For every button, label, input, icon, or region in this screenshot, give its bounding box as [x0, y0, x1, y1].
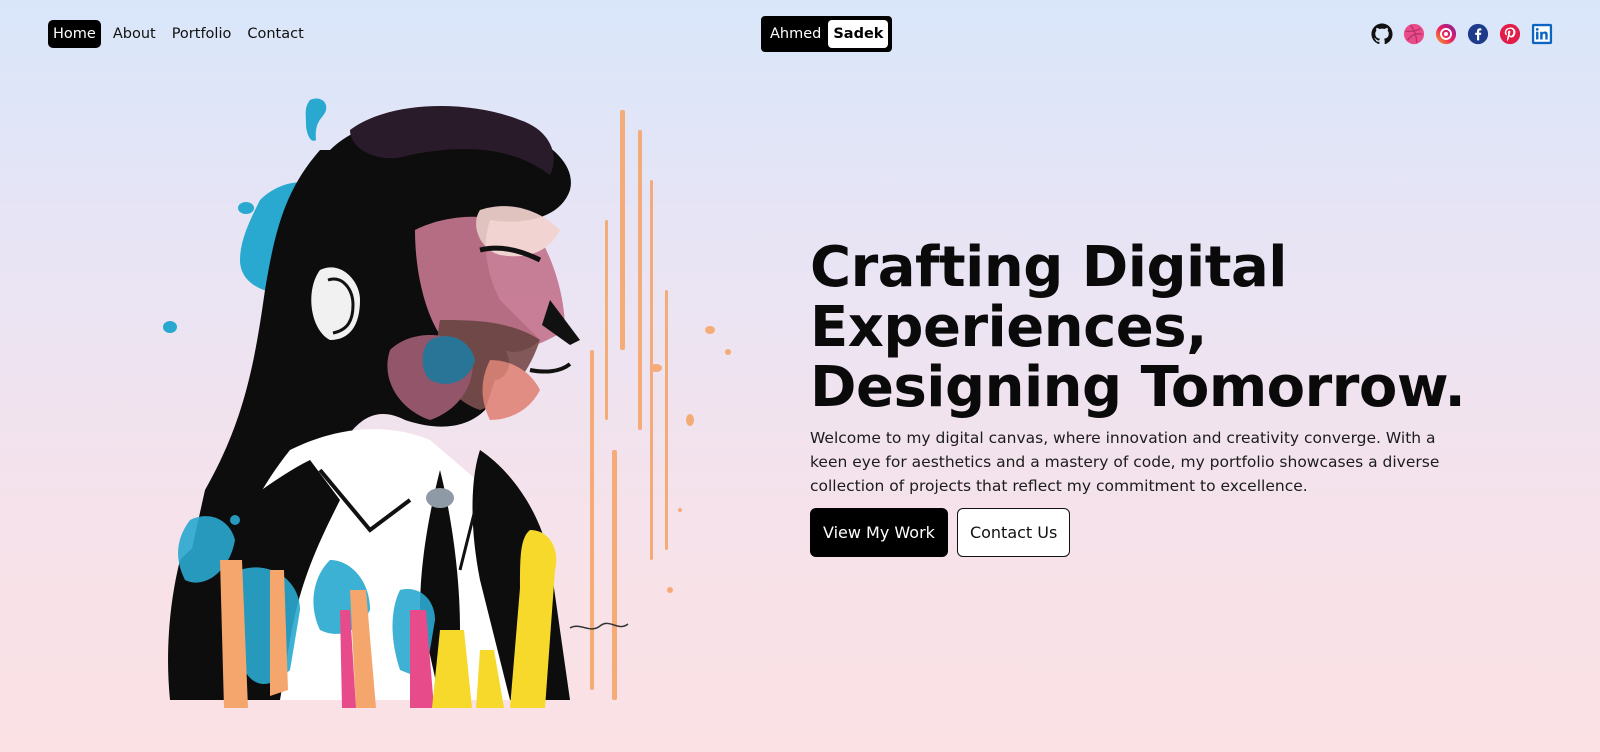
- hero-headline: Crafting Digital Experiences, Designing …: [810, 238, 1490, 418]
- social-links: [1371, 23, 1553, 45]
- headline-line-3: Designing Tomorrow.: [810, 355, 1466, 420]
- hero-portrait-illustration: [150, 90, 740, 708]
- headline-line-2: Experiences,: [810, 295, 1207, 360]
- instagram-icon[interactable]: [1435, 23, 1457, 45]
- brand-last-name: Sadek: [828, 20, 889, 48]
- brand-logo[interactable]: Ahmed Sadek: [761, 16, 893, 52]
- view-my-work-button[interactable]: View My Work: [810, 508, 948, 557]
- contact-us-button[interactable]: Contact Us: [956, 508, 1071, 557]
- nav-link-contact[interactable]: Contact: [243, 20, 307, 48]
- github-icon[interactable]: [1371, 23, 1393, 45]
- linkedin-icon[interactable]: [1531, 23, 1553, 45]
- brand-first-name: Ahmed: [770, 26, 822, 42]
- nav-link-portfolio[interactable]: Portfolio: [168, 20, 236, 48]
- cta-group: View My Work Contact Us: [810, 508, 1490, 557]
- nav-link-home[interactable]: Home: [48, 20, 101, 48]
- headline-line-1: Crafting Digital: [810, 235, 1288, 300]
- hero-description: Welcome to my digital canvas, where inno…: [810, 429, 1440, 495]
- nav-link-about[interactable]: About: [109, 20, 160, 48]
- main-nav: Home About Portfolio Contact: [48, 20, 308, 48]
- pinterest-icon[interactable]: [1499, 23, 1521, 45]
- facebook-icon[interactable]: [1467, 23, 1489, 45]
- dribbble-icon[interactable]: [1403, 23, 1425, 45]
- hero-section: Crafting Digital Experiences, Designing …: [810, 238, 1490, 557]
